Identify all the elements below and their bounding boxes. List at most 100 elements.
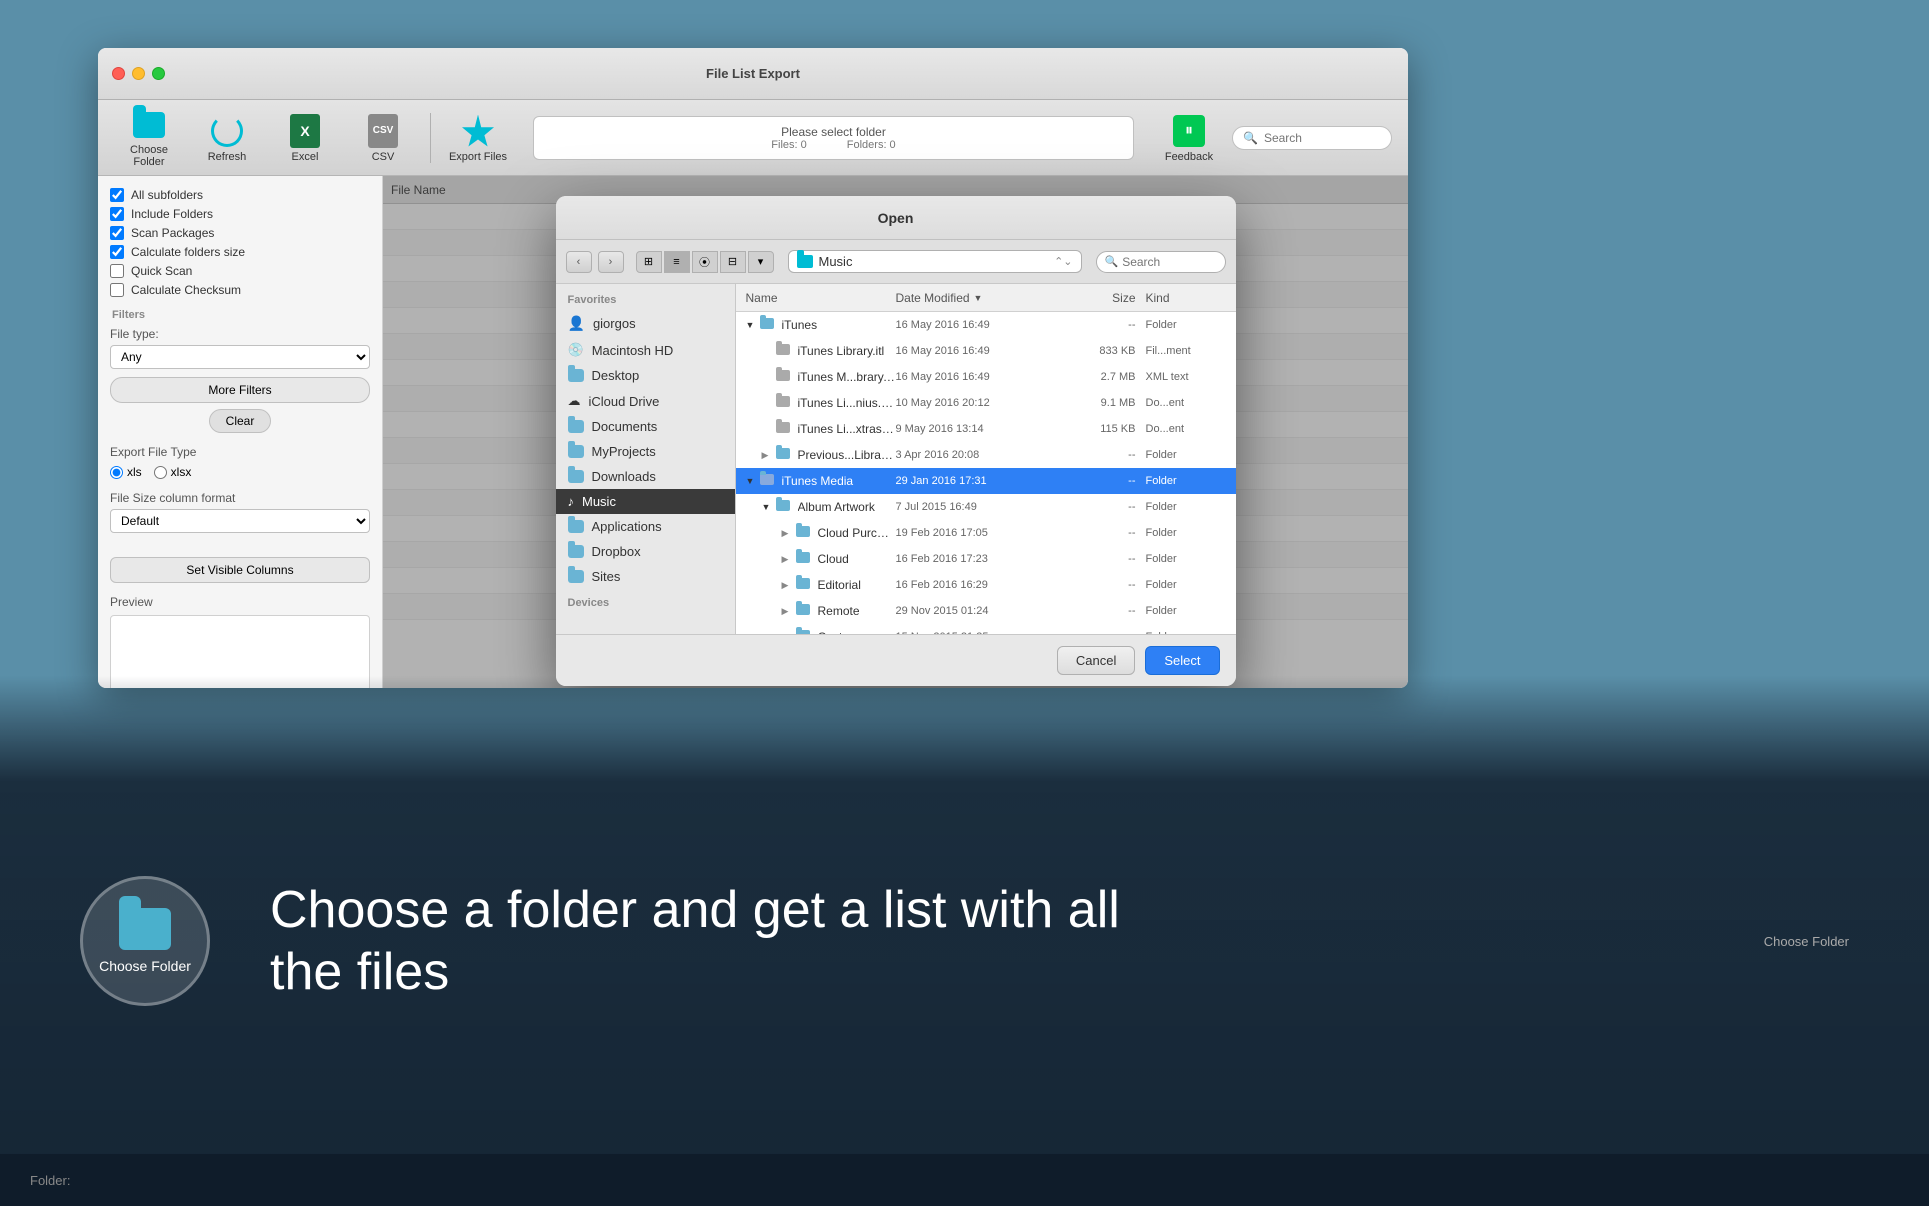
sidebar-item-desktop[interactable]: Desktop [556, 363, 735, 388]
forward-button[interactable]: › [598, 251, 624, 273]
sidebar-item-dropbox[interactable]: Dropbox [556, 539, 735, 564]
sidebar-item-macintosh-hd[interactable]: 💿 Macintosh HD [556, 337, 735, 363]
close-button[interactable] [112, 67, 125, 80]
table-row[interactable]: ▶ Editorial 16 Feb 2016 16:29 -- Folder [736, 572, 1236, 598]
file-kind: Folder [1136, 527, 1226, 539]
file-kind: Folder [1136, 475, 1226, 487]
quick-scan-checkbox[interactable] [110, 264, 124, 278]
sidebar-item-giorgos[interactable]: 👤 giorgos [556, 310, 735, 337]
sidebar-item-applications[interactable]: Applications [556, 514, 735, 539]
quick-scan-row[interactable]: Quick Scan [110, 264, 370, 278]
dialog-location-text: Music [819, 254, 853, 269]
all-subfolders-checkbox[interactable] [110, 188, 124, 202]
col-date-header: Date Modified ▼ [896, 291, 1056, 305]
maximize-button[interactable] [152, 67, 165, 80]
calculate-checksum-row[interactable]: Calculate Checksum [110, 283, 370, 297]
scan-packages-checkbox[interactable] [110, 226, 124, 240]
cancel-button[interactable]: Cancel [1057, 646, 1135, 675]
expand-icon[interactable]: ▶ [782, 554, 796, 565]
sidebar-item-documents[interactable]: Documents [556, 414, 735, 439]
export-files-button[interactable]: Export Files [443, 108, 513, 168]
search-input[interactable] [1264, 131, 1384, 145]
bottom-choose-folder-btn[interactable]: Choose Folder [1764, 934, 1849, 949]
sidebar-item-icloud[interactable]: ☁ iCloud Drive [556, 388, 735, 414]
minimize-button[interactable] [132, 67, 145, 80]
table-row[interactable]: ▼ iTunes 16 May 2016 16:49 -- Folder [736, 312, 1236, 338]
headline-line1: Choose a folder and get a list with all [270, 881, 1120, 939]
set-visible-columns-button[interactable]: Set Visible Columns [110, 557, 370, 583]
music-icon: ♪ [568, 494, 575, 509]
expand-icon[interactable]: ▼ [762, 502, 776, 512]
dialog-search-box[interactable]: 🔍 [1096, 251, 1226, 273]
table-row[interactable]: ▼ Album Artwork 7 Jul 2015 16:49 -- Fold… [736, 494, 1236, 520]
choose-folder-label: Choose Folder [114, 144, 184, 168]
calculate-checksum-label: Calculate Checksum [131, 283, 241, 297]
expand-icon[interactable]: ▶ [762, 450, 776, 461]
choose-folder-button[interactable]: Choose Folder [114, 108, 184, 168]
expand-icon[interactable]: ▶ [782, 606, 796, 617]
folder-icon [568, 445, 584, 458]
column-view-button[interactable]: ⦿ [692, 251, 718, 273]
toolbar: Choose Folder Refresh X Excel CSV CSV E [98, 100, 1408, 176]
table-row[interactable]: ▶ Custom 15 Nov 2015 21:35 -- Folder [736, 624, 1236, 634]
clear-button[interactable]: Clear [209, 409, 272, 433]
scan-packages-row[interactable]: Scan Packages [110, 226, 370, 240]
sidebar-item-downloads[interactable]: Downloads [556, 464, 735, 489]
table-row[interactable]: ▶ Remote 29 Nov 2015 01:24 -- Folder [736, 598, 1236, 624]
table-row[interactable]: iTunes Li...nius.itdb 10 May 2016 20:12 … [736, 390, 1236, 416]
expand-icon[interactable]: ▶ [782, 632, 796, 635]
table-row[interactable]: iTunes Library.itl 16 May 2016 16:49 833… [736, 338, 1236, 364]
file-icon [776, 396, 790, 407]
search-box[interactable]: 🔍 [1232, 126, 1392, 150]
sidebar-item-music[interactable]: ♪ Music [556, 489, 735, 514]
table-row[interactable]: ▶ Cloud Purchases 19 Feb 2016 17:05 -- F… [736, 520, 1236, 546]
more-filters-button[interactable]: More Filters [110, 377, 370, 403]
dialog-file-list[interactable]: Name Date Modified ▼ Size Kind ▼ [736, 284, 1236, 634]
all-subfolders-row[interactable]: All subfolders [110, 188, 370, 202]
xlsx-radio-label[interactable]: xlsx [154, 465, 192, 479]
list-view-button[interactable]: ≡ [664, 251, 690, 273]
csv-button[interactable]: CSV CSV [348, 108, 418, 168]
table-row[interactable]: ▶ Cloud 16 Feb 2016 17:23 -- Folder [736, 546, 1236, 572]
feedback-button[interactable]: ⏸ Feedback [1154, 108, 1224, 168]
gallery-view-button[interactable]: ⊟ [720, 251, 746, 273]
back-button[interactable]: ‹ [566, 251, 592, 273]
expand-icon[interactable]: ▶ [782, 528, 796, 539]
file-name: iTunes Media [782, 474, 896, 488]
file-icon-cell [776, 422, 798, 436]
view-options-button[interactable]: ▾ [748, 251, 774, 273]
sidebar-item-sites[interactable]: Sites [556, 564, 735, 589]
xls-radio-label[interactable]: xls [110, 465, 142, 479]
table-row[interactable]: iTunes M...brary.xml 16 May 2016 16:49 2… [736, 364, 1236, 390]
file-icon-cell [776, 448, 798, 462]
file-size-select[interactable]: Default [110, 509, 370, 533]
table-row[interactable]: ▼ iTunes Media 29 Jan 2016 17:31 -- Fold… [736, 468, 1236, 494]
select-button[interactable]: Select [1145, 646, 1219, 675]
table-row[interactable]: iTunes Li...xtras.itdb 9 May 2016 13:14 … [736, 416, 1236, 442]
expand-icon[interactable]: ▼ [746, 320, 760, 330]
file-size: -- [1056, 475, 1136, 487]
table-row[interactable]: ▶ Previous...Libraries 3 Apr 2016 20:08 … [736, 442, 1236, 468]
xlsx-radio[interactable] [154, 466, 167, 479]
expand-icon[interactable]: ▼ [746, 476, 760, 486]
icon-view-button[interactable]: ⊞ [636, 251, 662, 273]
file-type-select[interactable]: Any [110, 345, 370, 369]
calculate-checksum-checkbox[interactable] [110, 283, 124, 297]
dialog-location[interactable]: Music ⌃⌄ [788, 250, 1082, 273]
calculate-folders-checkbox[interactable] [110, 245, 124, 259]
csv-label: CSV [372, 151, 395, 163]
sidebar-item-label: Documents [592, 419, 658, 434]
folders-count: Folders: 0 [847, 139, 896, 151]
sidebar-item-myprojects[interactable]: MyProjects [556, 439, 735, 464]
folder-icon [796, 630, 810, 634]
refresh-button[interactable]: Refresh [192, 108, 262, 168]
excel-button[interactable]: X Excel [270, 108, 340, 168]
include-folders-checkbox[interactable] [110, 207, 124, 221]
expand-icon[interactable]: ▶ [782, 580, 796, 591]
include-folders-row[interactable]: Include Folders [110, 207, 370, 221]
xls-radio[interactable] [110, 466, 123, 479]
file-date: 16 May 2016 16:49 [896, 319, 1056, 331]
calculate-folders-row[interactable]: Calculate folders size [110, 245, 370, 259]
devices-title: Devices [556, 597, 735, 609]
dialog-search-input[interactable] [1122, 255, 1212, 269]
